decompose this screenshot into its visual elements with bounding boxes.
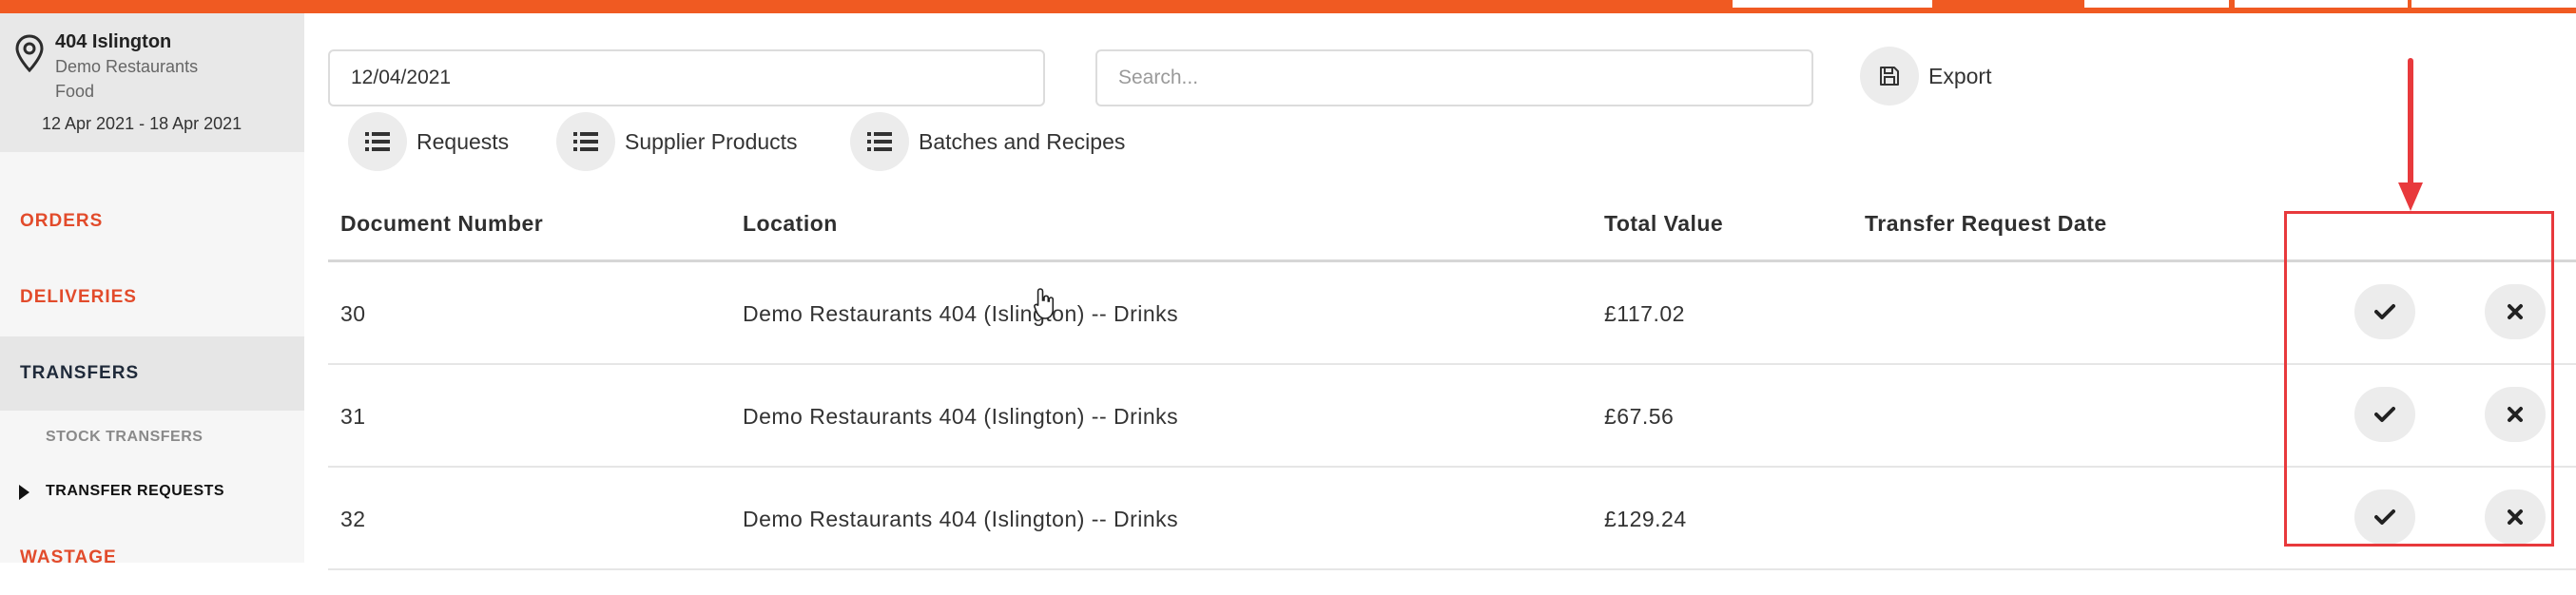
top-tab[interactable] [1733,0,1932,8]
top-tab-active[interactable] [1936,0,2081,8]
requests-label: Requests [416,128,510,154]
supplier-products-button[interactable]: Supplier Products [556,112,798,171]
table-header: Document Number Location Total Value Tra… [328,184,2576,262]
annotation-highlight-box [2284,211,2554,547]
column-document-number[interactable]: Document Number [340,184,543,262]
table-row[interactable]: 32 Demo Restaurants 404 (Islington) -- D… [328,468,2576,570]
cell-document-number: 30 [340,301,366,326]
top-accent-bar [0,0,2576,13]
nav-wastage[interactable]: WASTAGE [0,521,304,595]
hand-cursor-icon [1034,288,1055,319]
top-tab[interactable] [2411,0,2576,8]
list-icon [348,112,407,171]
cell-location: Demo Restaurants 404 (Islington) -- Drin… [743,301,1179,326]
site-date-range: 12 Apr 2021 - 18 Apr 2021 [42,114,242,133]
requests-button[interactable]: Requests [348,112,509,171]
column-transfer-request-date[interactable]: Transfer Request Date [1865,184,2107,262]
main-content: Export Requests Supplier Products [304,13,2576,570]
nav-orders[interactable]: ORDERS [0,184,304,259]
site-card[interactable]: 404 Islington Demo Restaurants Food 12 A… [0,13,304,152]
nav-transfer-requests[interactable]: TRANSFER REQUESTS [0,468,304,515]
map-pin-icon [15,34,44,72]
supplier-products-label: Supplier Products [625,128,798,154]
cell-total-value: £117.02 [1604,301,1685,326]
nav-stock-transfers[interactable]: STOCK TRANSFERS [0,413,304,461]
search-input[interactable] [1095,49,1813,106]
export-button[interactable]: Export [1860,47,1992,106]
floppy-disk-icon [1860,47,1919,106]
site-category: Food [55,82,95,101]
export-label: Export [1928,63,1992,88]
top-tab[interactable] [2235,0,2408,8]
column-total-value[interactable]: Total Value [1604,184,1723,262]
sidebar: 404 Islington Demo Restaurants Food 12 A… [0,13,304,567]
cell-location: Demo Restaurants 404 (Islington) -- Drin… [743,404,1179,429]
cell-total-value: £129.24 [1604,507,1687,531]
list-icon [850,112,909,171]
caret-right-icon [19,485,29,500]
cell-total-value: £67.56 [1604,404,1675,429]
nav-transfers[interactable]: TRANSFERS [0,336,304,411]
annotation-arrow-icon [2398,58,2423,211]
table-row[interactable]: 31 Demo Restaurants 404 (Islington) -- D… [328,365,2576,468]
cell-document-number: 32 [340,507,366,531]
table-row[interactable]: 30 Demo Restaurants 404 (Islington) -- D… [328,262,2576,365]
cell-document-number: 31 [340,404,366,429]
cell-location: Demo Restaurants 404 (Islington) -- Drin… [743,507,1179,531]
batches-and-recipes-button[interactable]: Batches and Recipes [850,112,1125,171]
column-location[interactable]: Location [743,184,838,262]
list-icon [556,112,615,171]
site-organisation: Demo Restaurants [55,57,199,76]
date-input[interactable] [328,49,1045,106]
batches-and-recipes-label: Batches and Recipes [919,128,1126,154]
top-tab[interactable] [2084,0,2229,8]
nav-transfer-requests-label: TRANSFER REQUESTS [46,483,225,499]
site-name: 404 Islington [55,31,172,52]
nav-deliveries[interactable]: DELIVERIES [0,260,304,335]
